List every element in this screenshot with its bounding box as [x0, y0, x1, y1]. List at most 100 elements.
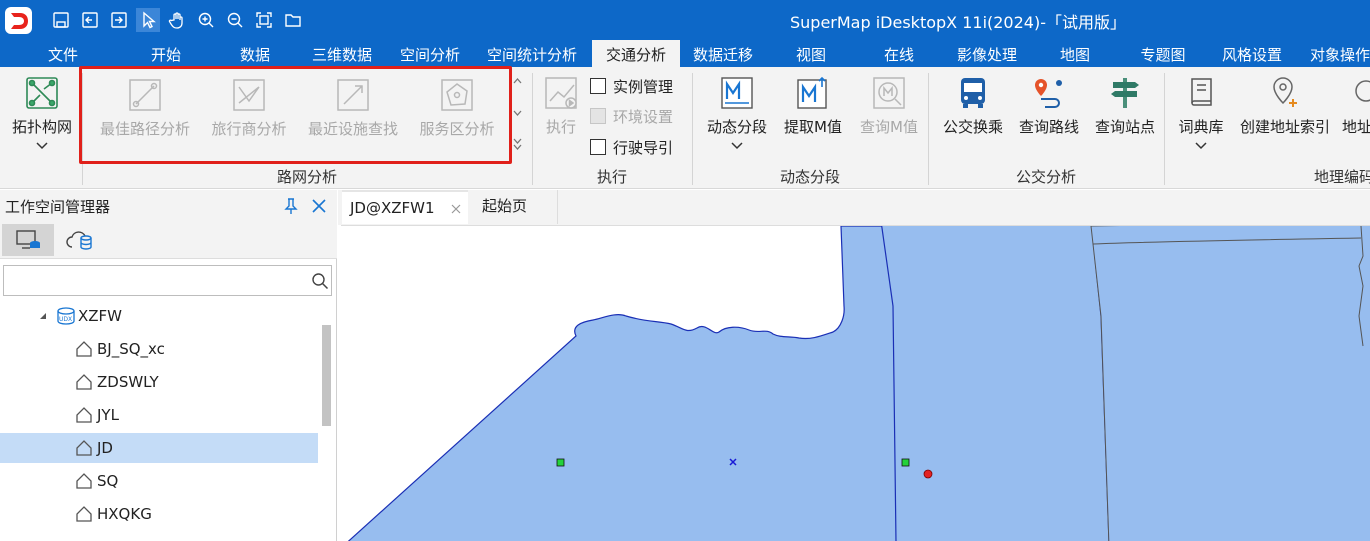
tree-item-label: XZFW — [78, 307, 123, 325]
tab-thematic-map[interactable]: 专题图 — [1128, 40, 1198, 67]
query-m-value-button[interactable]: 查询M值 — [854, 75, 924, 137]
tab-3d-data[interactable]: 三维数据 — [302, 40, 382, 67]
region-dataset-icon — [76, 473, 92, 489]
tab-start-page[interactable]: 起始页 — [468, 190, 558, 224]
region-dataset-icon — [76, 341, 92, 357]
topology-network-button[interactable]: 拓扑构网 — [8, 75, 76, 151]
district-polygon-center — [881, 226, 1110, 541]
local-workspace-tab[interactable] — [2, 224, 54, 256]
execute-button[interactable]: 执行 — [540, 75, 582, 137]
dynamic-segment-button[interactable]: 动态分段 — [700, 75, 774, 151]
panel-header: 工作空间管理器 — [0, 190, 337, 221]
document-tab-bar: JD@XZFW1 起始页 — [338, 190, 1370, 225]
full-extent-icon[interactable] — [252, 8, 276, 32]
window-title: SuperMap iDesktopX 11i(2024)-「试用版」 — [790, 13, 1126, 32]
address-button[interactable]: 地址 — [1342, 75, 1370, 137]
tab-spatial-analysis[interactable]: 空间分析 — [390, 40, 470, 67]
location-pin-plus-icon — [1273, 77, 1297, 107]
topology-network-icon — [26, 77, 58, 109]
tab-view[interactable]: 视图 — [780, 40, 842, 67]
tab-online[interactable]: 在线 — [868, 40, 930, 67]
close-icon[interactable] — [311, 198, 327, 214]
search-input[interactable] — [3, 265, 332, 296]
tree-dataset-item[interactable]: SQ — [74, 466, 118, 496]
tab-data[interactable]: 数据 — [222, 40, 288, 67]
udbx-datasource-icon: UDX — [57, 307, 75, 325]
zoom-in-icon[interactable] — [194, 8, 218, 32]
extract-m-value-button[interactable]: 提取M值 — [779, 75, 847, 137]
workspace-manager-panel: 工作空间管理器 UDX XZFW BJ_SQ_xc ZDSWLY JYL JD … — [0, 190, 337, 541]
close-tab-icon[interactable] — [451, 204, 461, 214]
region-dataset-icon — [76, 506, 92, 522]
tab-image-processing[interactable]: 影像处理 — [946, 40, 1028, 67]
bus-icon — [961, 78, 985, 108]
geocoding-group-label: 地理编码 — [1314, 168, 1370, 186]
instance-management-checkbox[interactable]: 实例管理 — [590, 76, 673, 96]
create-address-index-button[interactable]: 创建地址索引 — [1236, 75, 1334, 137]
computer-database-icon — [16, 230, 40, 249]
pin-icon[interactable] — [283, 197, 299, 215]
open-icon[interactable] — [78, 8, 102, 32]
app-logo-icon[interactable] — [5, 7, 32, 34]
query-stop-button[interactable]: 查询站点 — [1090, 75, 1160, 137]
cloud-database-icon — [66, 231, 92, 250]
chevron-down-icon[interactable] — [1194, 141, 1208, 151]
query-m-icon — [873, 77, 905, 109]
network-analysis-group-label: 路网分析 — [276, 168, 337, 186]
tree-dataset-item[interactable]: BJ_SQ_xc — [74, 334, 165, 364]
signpost-icon — [1111, 78, 1139, 108]
panel-toolbar — [0, 221, 337, 259]
environment-settings-checkbox[interactable]: 环境设置 — [590, 106, 673, 126]
import-icon[interactable] — [107, 8, 131, 32]
highlight-annotation-box — [79, 66, 512, 164]
select-cursor-icon[interactable] — [136, 8, 160, 32]
tab-start[interactable]: 开始 — [133, 40, 199, 67]
region-dataset-icon — [76, 407, 92, 423]
tree-dataset-item[interactable]: JYL — [74, 400, 119, 430]
dictionary-button[interactable]: 词典库 — [1172, 75, 1230, 151]
chevron-down-icon[interactable] — [35, 141, 49, 151]
gallery-scroll[interactable] — [511, 73, 524, 159]
district-polygon-east — [1090, 226, 1370, 541]
zoom-out-icon[interactable] — [223, 8, 247, 32]
folder-icon[interactable] — [281, 8, 305, 32]
tab-spatial-statistics[interactable]: 空间统计分析 — [478, 40, 586, 67]
tree-dataset-item[interactable]: ZDSWLY — [74, 367, 159, 397]
chevron-down-icon[interactable] — [730, 141, 744, 151]
tree-datasource-xzfw[interactable]: UDX XZFW — [38, 301, 122, 331]
save-icon[interactable] — [49, 8, 73, 32]
region-dataset-icon — [76, 440, 92, 456]
tree-scrollbar[interactable] — [322, 325, 331, 426]
svg-text:UDX: UDX — [59, 316, 72, 323]
collapse-arrow-icon[interactable] — [38, 311, 48, 321]
tab-style-settings[interactable]: 风格设置 — [1210, 40, 1294, 67]
tab-traffic-analysis[interactable]: 交通分析 — [592, 40, 680, 67]
tab-map[interactable]: 地图 — [1044, 40, 1106, 67]
map-view[interactable] — [341, 225, 1370, 541]
search-icon[interactable] — [311, 272, 329, 290]
extract-m-icon — [797, 76, 827, 109]
transit-group-label: 公交分析 — [1015, 168, 1076, 186]
driving-guide-checkbox[interactable]: 行驶导引 — [590, 137, 673, 157]
execute-group-label: 执行 — [596, 168, 627, 186]
tab-map-window[interactable]: JD@XZFW1 — [342, 190, 468, 224]
tab-file[interactable]: 文件 — [30, 40, 96, 67]
network-node-marker — [901, 458, 910, 467]
title-bar: SuperMap iDesktopX 11i(2024)-「试用版」 — [0, 0, 1370, 40]
tab-data-migration[interactable]: 数据迁移 — [685, 40, 761, 67]
execute-chart-icon — [545, 77, 577, 109]
cloud-workspace-tab[interactable] — [62, 224, 98, 256]
dynamic-segment-group-label: 动态分段 — [779, 168, 840, 186]
dictionary-book-icon — [1191, 78, 1212, 106]
ribbon-tab-bar: 文件 开始 数据 三维数据 空间分析 空间统计分析 交通分析 数据迁移 视图 在… — [0, 40, 1370, 67]
tab-object-operations[interactable]: 对象操作 — [1300, 40, 1370, 67]
address-icon — [1355, 80, 1370, 102]
panel-title: 工作空间管理器 — [5, 198, 111, 216]
bus-transfer-button[interactable]: 公交换乘 — [938, 75, 1008, 137]
tree-dataset-item[interactable]: HXQKG — [74, 499, 152, 529]
district-polygon-west — [347, 226, 902, 541]
tree-dataset-item-selected[interactable]: JD — [0, 433, 318, 463]
network-node-marker — [556, 458, 565, 467]
query-route-button[interactable]: 查询路线 — [1014, 75, 1084, 137]
pan-hand-icon[interactable] — [165, 8, 189, 32]
